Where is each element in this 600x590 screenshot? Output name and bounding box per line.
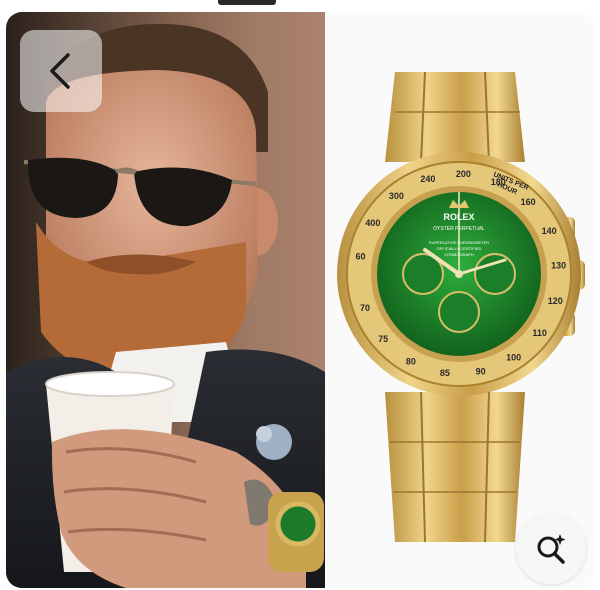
watch-brand: ROLEX	[443, 212, 474, 222]
bezel-number: 300	[389, 191, 404, 201]
bezel-number: 180	[491, 177, 506, 187]
bezel-number: 60	[355, 252, 365, 262]
watch-line1: OYSTER PERPETUAL	[433, 226, 485, 232]
watch-illustration: ROLEX OYSTER PERPETUAL SUPERLATIVE CHRON…	[337, 71, 585, 543]
bezel-number: 240	[420, 174, 435, 184]
bezel-number: 130	[551, 260, 566, 270]
watch-line2: SUPERLATIVE CHRONOMETER	[429, 240, 489, 245]
chevron-left-icon	[50, 53, 70, 89]
top-edge	[0, 0, 600, 12]
bezel-number: 75	[378, 334, 388, 344]
bezel-number: 110	[532, 328, 547, 338]
bezel-number: 90	[476, 367, 486, 377]
bezel-number: 400	[365, 218, 380, 228]
bezel-number: 160	[521, 197, 536, 207]
left-photo	[6, 12, 325, 588]
bezel-number: 70	[360, 303, 370, 313]
bezel-number: 85	[440, 368, 450, 378]
bezel-number: 140	[542, 226, 557, 236]
right-photo: ROLEX OYSTER PERPETUAL SUPERLATIVE CHRON…	[325, 12, 594, 588]
visual-search-button[interactable]	[516, 514, 586, 584]
image-viewer: ROLEX OYSTER PERPETUAL SUPERLATIVE CHRON…	[6, 12, 594, 588]
top-edge-mark	[218, 0, 276, 5]
back-button[interactable]	[20, 30, 102, 112]
watch-line3: OFFICIALLY CERTIFIED	[437, 246, 482, 251]
bezel-number: 200	[456, 169, 471, 179]
bezel-number: 80	[406, 357, 416, 367]
bezel-number: 100	[506, 353, 521, 363]
watch-line4: COSMOGRAPH	[444, 252, 473, 257]
bezel-number: 120	[548, 296, 563, 306]
sparkle-search-icon	[537, 534, 566, 564]
